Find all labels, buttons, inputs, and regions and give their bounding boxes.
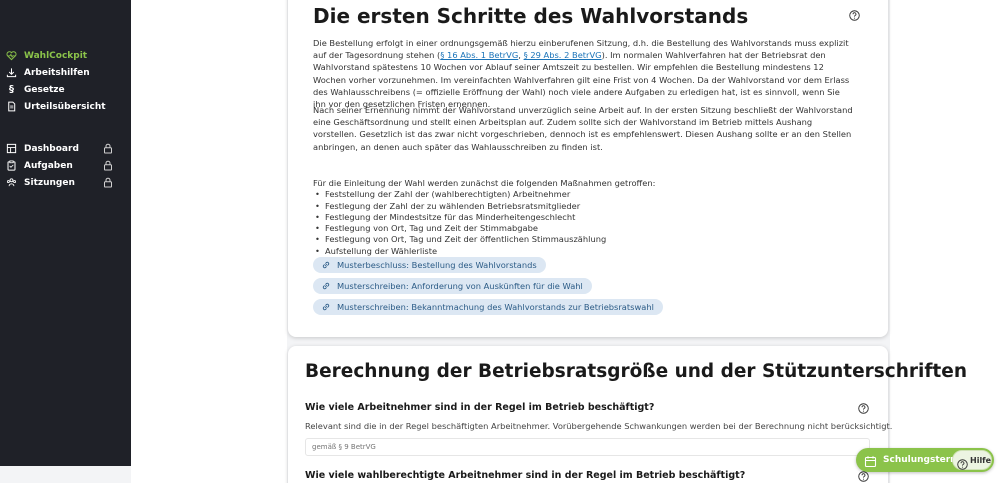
help-icon[interactable] xyxy=(858,471,869,482)
link-16-betrvg[interactable]: § 16 Abs. 1 BetrVG xyxy=(440,50,518,60)
lock-icon xyxy=(103,177,113,188)
list-item: Festlegung von Ort, Tag und Zeit der Sti… xyxy=(313,223,853,235)
question-wahlberechtigte: Wie viele wahlberechtigte Arbeitnehmer s… xyxy=(305,470,746,481)
paragraph-bestellung: Die Bestellung erfolgt in einer ordnungs… xyxy=(313,37,853,110)
measures-list: Für die Einleitung der Wahl werden zunäc… xyxy=(313,178,853,257)
sidebar-item-label: Urteilsübersicht xyxy=(24,102,106,112)
sidebar-item-gesetze[interactable]: § Gesetze xyxy=(0,82,131,98)
sidebar-item-wahlcockpit[interactable]: WahlCockpit xyxy=(0,48,131,64)
hilfe-button[interactable]: Hilfe xyxy=(952,450,992,470)
grid-icon xyxy=(6,143,17,154)
download-icon xyxy=(6,67,17,78)
link-musterschreiben-bekanntmachung[interactable]: Musterschreiben: Bekanntmachung des Wahl… xyxy=(313,299,663,315)
list-item: Festlegung von Ort, Tag und Zeit der öff… xyxy=(313,234,853,246)
list-item: Festlegung der Mindestsitze für das Mind… xyxy=(313,212,853,224)
hilfe-label: Hilfe xyxy=(970,456,992,465)
arbeitnehmer-input[interactable] xyxy=(305,438,870,456)
list-intro: Für die Einleitung der Wahl werden zunäc… xyxy=(313,178,656,188)
sidebar-item-label: Gesetze xyxy=(24,85,65,95)
paragraph-icon: § xyxy=(9,84,14,95)
sidebar-item-label: Dashboard xyxy=(24,144,79,154)
link-label: Musterschreiben: Bekanntmachung des Wahl… xyxy=(337,302,654,312)
paragraph-ernennung: Nach seiner Ernennung nimmt der Wahlvors… xyxy=(313,105,853,152)
sidebar-item-aufgaben[interactable]: Aufgaben xyxy=(0,158,131,174)
lock-icon xyxy=(103,143,113,154)
people-icon xyxy=(6,177,17,188)
heartbeat-icon xyxy=(6,50,17,61)
list-item: Aufstellung der Wählerliste xyxy=(313,246,853,258)
question-description: Relevant sind die in der Regel beschäfti… xyxy=(305,421,893,431)
section-betriebsratsgroesse: Berechnung der Betriebsratsgröße und der… xyxy=(288,346,967,483)
list-item: Feststellung der Zahl der (wahlberechtig… xyxy=(313,189,853,201)
sidebar-item-label: WahlCockpit xyxy=(24,51,88,61)
link-icon xyxy=(321,281,331,291)
help-icon xyxy=(957,455,968,470)
link-icon xyxy=(321,302,331,312)
link-label: Musterbeschluss: Bestellung des Wahlvors… xyxy=(337,260,537,270)
section-title: Berechnung der Betriebsratsgröße und der… xyxy=(305,361,967,382)
sidebar: WahlCockpit Arbeitshilfen § Gesetze Urte… xyxy=(0,0,131,466)
list-item: Festlegung der Zahl der zu wählenden Bet… xyxy=(313,201,853,213)
link-icon xyxy=(321,260,331,270)
sidebar-item-label: Aufgaben xyxy=(24,161,73,171)
clipboard-icon xyxy=(6,160,17,171)
link-29-betrvg[interactable]: § 29 Abs. 2 BetrVG xyxy=(524,50,602,60)
calendar-icon xyxy=(864,453,877,468)
sidebar-item-label: Sitzungen xyxy=(24,178,75,188)
sidebar-item-sitzungen[interactable]: Sitzungen xyxy=(0,175,131,191)
content-margin-left xyxy=(131,0,287,483)
help-icon[interactable] xyxy=(849,10,860,21)
sidebar-item-dashboard[interactable]: Dashboard xyxy=(0,141,131,157)
content-margin-right xyxy=(890,0,1000,483)
sidebar-item-arbeitshilfen[interactable]: Arbeitshilfen xyxy=(0,65,131,81)
sidebar-item-urteilsuebersicht[interactable]: Urteilsübersicht xyxy=(0,99,131,115)
link-musterschreiben-auskuenfte[interactable]: Musterschreiben: Anforderung von Auskünf… xyxy=(313,278,592,294)
section-first-steps: Die ersten Schritte des Wahlvorstands Di… xyxy=(288,0,888,337)
document-icon xyxy=(6,101,17,112)
link-musterbeschluss-bestellung[interactable]: Musterbeschluss: Bestellung des Wahlvors… xyxy=(313,257,546,273)
help-icon[interactable] xyxy=(858,403,869,414)
link-label: Musterschreiben: Anforderung von Auskünf… xyxy=(337,281,583,291)
lock-icon xyxy=(103,160,113,171)
sidebar-item-label: Arbeitshilfen xyxy=(24,68,90,78)
question-arbeitnehmer: Wie viele Arbeitnehmer sind in der Regel… xyxy=(305,402,655,413)
section-title: Die ersten Schritte des Wahlvorstands xyxy=(313,4,749,28)
